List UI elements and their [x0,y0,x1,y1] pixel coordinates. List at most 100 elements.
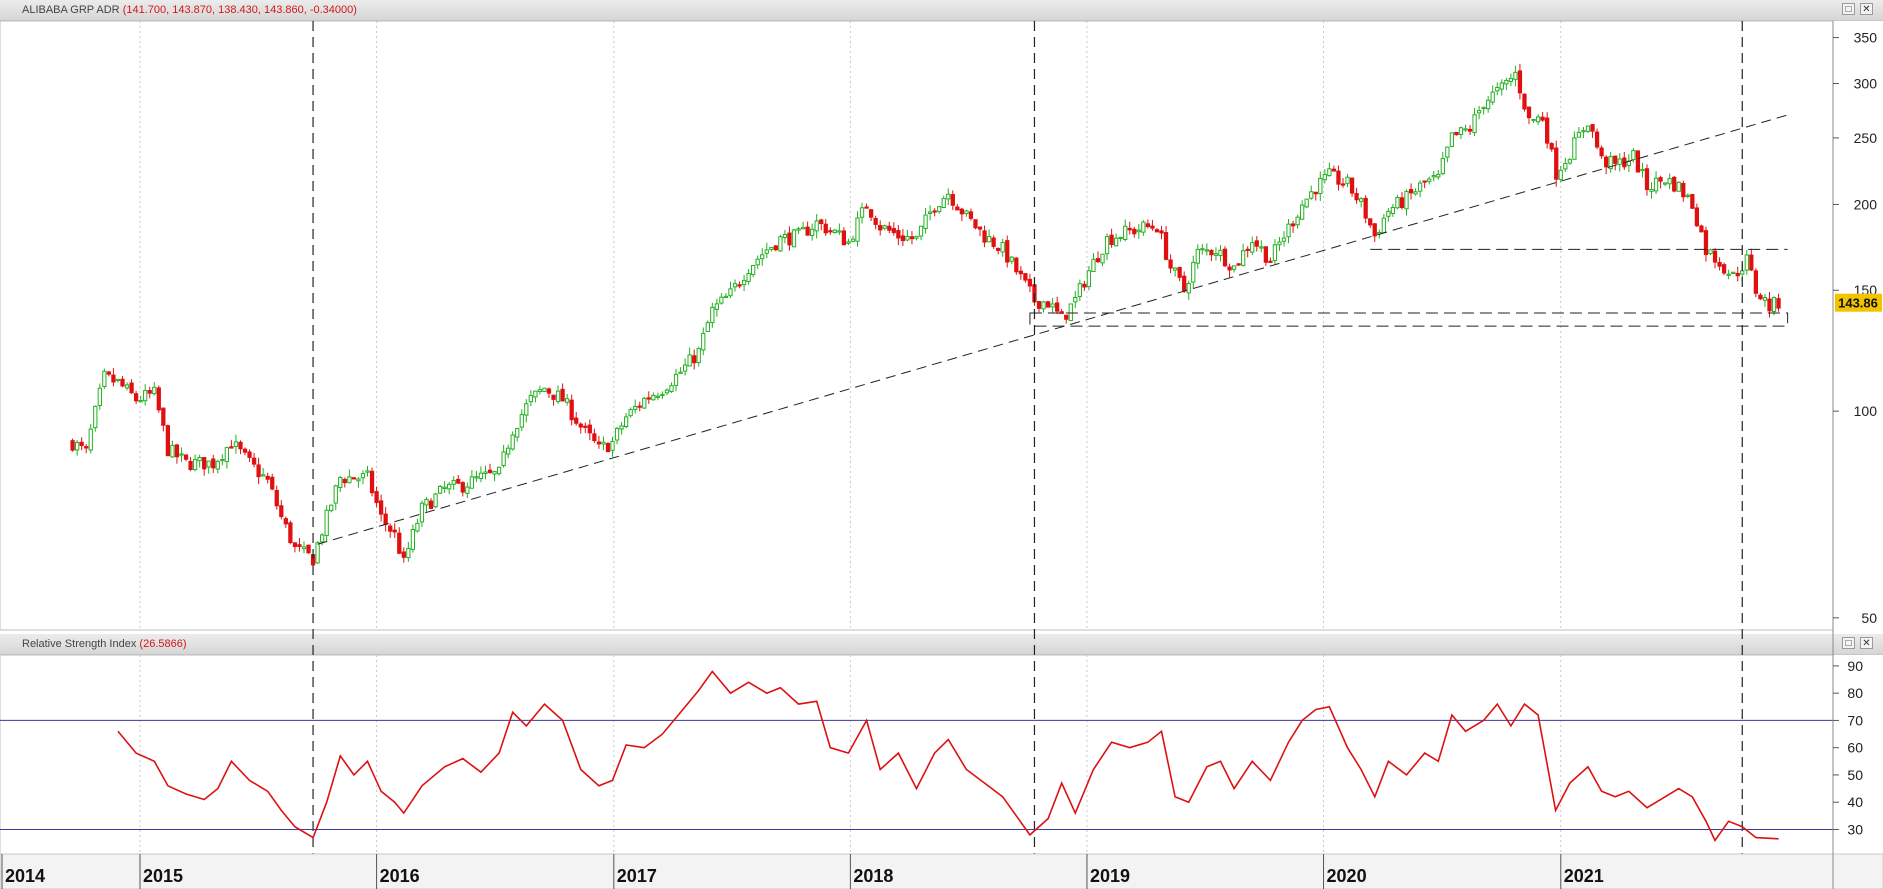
last-price-label: 143.86 [1838,296,1878,311]
candle-body [1254,240,1259,247]
candle-body [1517,70,1523,94]
candle-body [1681,183,1686,198]
candle-body [977,226,983,230]
rsi-y-tick-label: 90 [1847,658,1863,674]
candle-body [129,382,134,394]
candle-body [261,474,266,477]
candle-body [1481,106,1486,110]
candle-body [1617,158,1622,165]
candle-body [329,504,334,512]
candle-body [710,306,715,324]
candle-body [1200,248,1205,251]
candle-body [1295,216,1300,226]
candle-body [388,525,393,532]
candle-body [1182,275,1187,292]
year-tick-label: 2021 [1564,866,1604,886]
candle-body [1386,210,1391,217]
year-tick-label: 2014 [5,866,45,886]
candle-body [1563,162,1568,170]
candle-body [828,230,833,233]
candle-body [424,498,429,506]
candle-body [537,389,543,392]
candle-body [84,446,89,449]
candle-body [1504,79,1509,85]
candle-body [93,405,98,429]
candle-body [374,491,379,504]
chart-canvas[interactable]: 2014 2015 2016 2017 2018 2019 2020 2021 350 300 25… [0,0,1883,889]
candle-body [406,547,411,559]
candle-body [896,230,901,239]
candle-body [383,513,388,525]
candle-body [1526,106,1532,119]
candle-body [560,388,565,402]
candle-body [1458,127,1464,136]
candle-body [365,470,370,473]
candle-body [596,441,602,445]
candle-body [301,546,307,550]
candle-body [1408,189,1414,194]
candle-body [692,355,697,364]
candle-body [1177,267,1182,278]
candle-body [437,485,443,494]
candle-body [1127,227,1132,231]
candle-body [1231,265,1237,270]
candle-body [950,194,955,206]
year-tick-label: 2020 [1327,866,1367,886]
candle-body [215,460,220,470]
candle-body [1613,155,1618,164]
candle-body [1277,241,1282,246]
candle-body [533,390,538,398]
candle-body [1585,125,1591,132]
year-tick-label: 2018 [853,866,893,886]
candle-body [1309,191,1314,199]
price-y-tick-label: 350 [1854,30,1878,46]
candle-body [628,409,633,417]
candle-body [1159,230,1164,234]
candle-body [102,370,107,387]
price-y-tick-label: 250 [1854,130,1878,146]
candle-body [1104,236,1110,255]
candle-body [1050,303,1055,308]
candle-body [1549,143,1554,150]
candle-body [274,489,279,507]
candle-body [633,405,638,410]
candle-body [927,211,933,214]
candle-body [728,288,733,297]
candle-body [946,193,951,200]
candle-body [297,544,302,548]
candle-body [719,296,724,304]
candle-body [1531,118,1536,122]
candle-body [982,230,987,243]
candle-body [669,385,674,392]
candle-body [1653,177,1659,192]
rsi-plot-area[interactable] [0,654,1834,855]
candle-body [1427,178,1432,182]
candle-body [565,398,570,403]
candle-body [574,417,579,424]
candle-body [805,226,810,236]
candle-body [878,225,883,231]
candle-body [265,475,270,480]
candle-body [506,447,511,455]
price-plot-area[interactable] [0,20,1834,631]
candle-body [1204,249,1210,252]
candle-body [1023,273,1028,281]
candle-body [288,522,293,544]
candle-body [1685,194,1690,197]
candle-body [270,476,275,490]
candle-body [696,348,701,364]
candle-body [1767,298,1772,312]
candle-body [1422,180,1427,183]
candle-body [714,303,719,310]
candle-body [1658,177,1663,182]
candle-body [1095,258,1101,263]
candle-body [1218,249,1223,256]
candle-body [1272,244,1278,261]
candle-body [1018,270,1023,275]
candle-body [1476,110,1482,114]
candle-body [1327,168,1332,177]
candle-body [986,236,992,243]
candle-body [447,483,452,490]
rsi-y-tick-label: 80 [1847,685,1863,701]
candle-body [859,207,865,218]
